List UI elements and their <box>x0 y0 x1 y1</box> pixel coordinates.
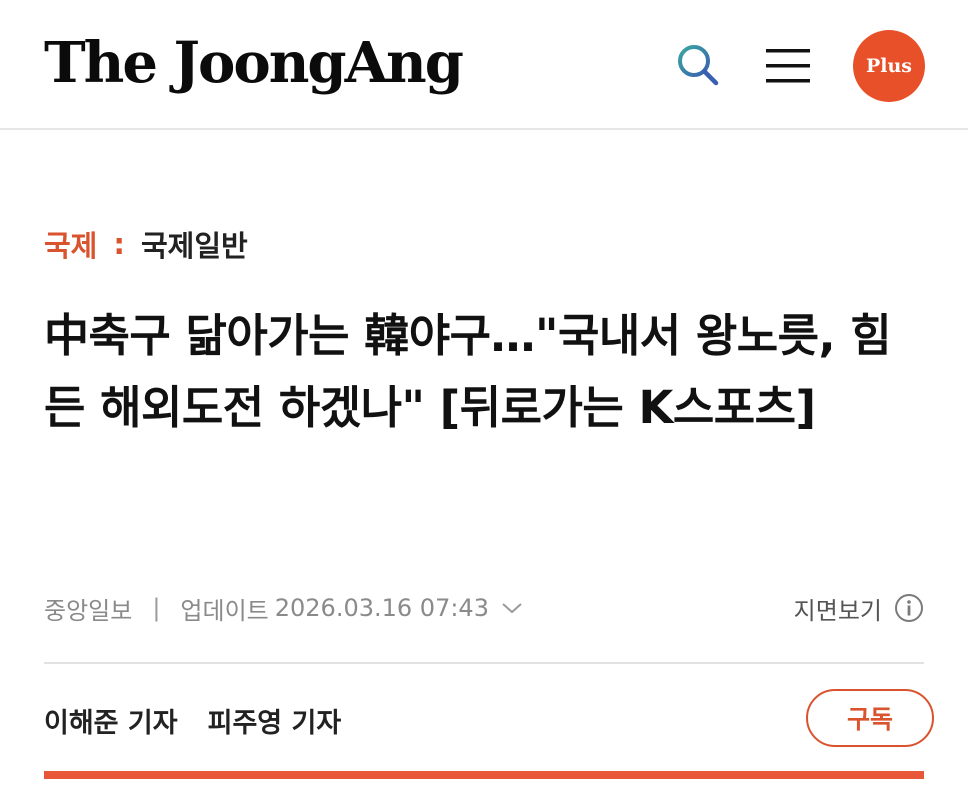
breadcrumb-subsection[interactable]: 국제일반 <box>141 223 248 265</box>
reporter-list: 이해준 기자 피주영 기자 <box>44 698 341 742</box>
hamburger-menu-icon <box>766 49 810 83</box>
expand-dates-toggle[interactable] <box>501 601 523 615</box>
meta-separator: | <box>152 594 161 622</box>
meta-divider <box>44 662 924 664</box>
subscribe-button[interactable]: 구독 <box>806 689 934 747</box>
breadcrumb-section[interactable]: 국제 <box>44 223 97 265</box>
breadcrumb: 국제 : 국제일반 <box>44 222 248 266</box>
chevron-down-icon <box>502 603 522 614</box>
article-source: 중앙일보 <box>44 596 133 625</box>
update-datetime: 2026.03.16 07:43 <box>274 594 489 622</box>
site-logo[interactable]: The JoongAng <box>44 28 464 98</box>
subscribe-label: 구독 <box>846 705 893 734</box>
menu-button[interactable] <box>764 46 812 86</box>
reporter-name[interactable]: 이해준 기자 <box>44 701 178 740</box>
search-button[interactable] <box>674 41 724 91</box>
site-header: The JoongAng Plus <box>0 0 968 130</box>
breadcrumb-separator: : <box>113 227 125 261</box>
update-label: 업데이트 <box>180 596 269 625</box>
article-meta: 중앙일보 | 업데이트 2026.03.16 07:43 지면보기 <box>44 586 924 630</box>
print-view-label: 지면보기 <box>793 596 882 625</box>
plus-membership-button[interactable]: Plus <box>853 30 925 102</box>
article-headline: 中축구 닮아가는 韓야구…"국내서 왕노릇, 힘든 해외도전 하겠나" [뒤로가… <box>44 309 892 434</box>
accent-bar <box>44 771 924 779</box>
info-icon[interactable] <box>894 593 924 623</box>
plus-label: Plus <box>865 55 912 77</box>
search-icon <box>678 45 719 86</box>
reporter-name[interactable]: 피주영 기자 <box>208 701 342 740</box>
print-view-button[interactable]: 지면보기 <box>794 586 924 630</box>
